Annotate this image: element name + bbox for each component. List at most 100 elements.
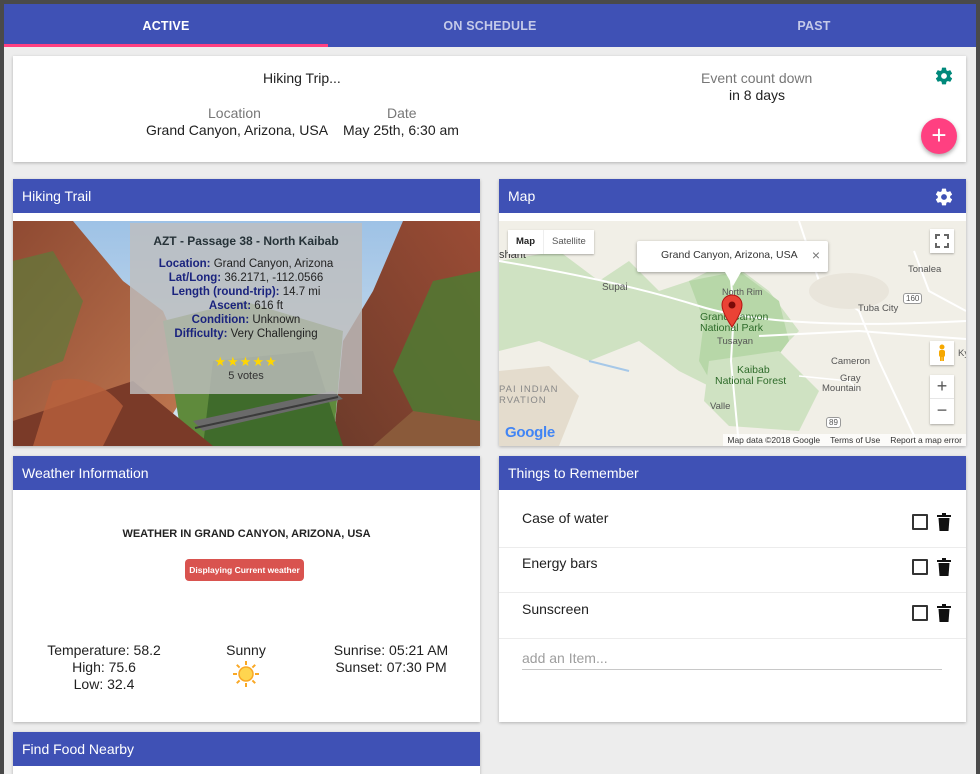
trail-info-overlay: AZT - Passage 38 - North Kaibab Location… (130, 223, 362, 394)
map-label-indian-line1: PAI INDIAN (499, 384, 559, 395)
date-value: May 25th, 6:30 am (343, 122, 459, 138)
map-label-tonalea: Tonalea (908, 264, 942, 275)
report-map-error-link[interactable]: Report a map error (890, 434, 962, 446)
todo-item-label: Case of water (522, 510, 609, 526)
trail-ascent-value: 616 ft (254, 300, 284, 312)
trail-latlong-value: 36.2171, -112.0566 (224, 272, 324, 284)
sunset-time: Sunset: 07:30 PM (335, 659, 447, 675)
map-card: Map shant Supai North Rim Grand Canyon N… (499, 179, 966, 446)
find-food-header: Find Food Nearby (13, 732, 480, 766)
zoom-in-button[interactable]: + (930, 375, 954, 399)
map-label-cameron: Cameron (831, 356, 871, 367)
tab-bar: ACTIVE ON SCHEDULE PAST (4, 4, 976, 47)
trail-details: Location: Grand Canyon, Arizona Lat/Long… (130, 257, 362, 341)
trail-name: AZT - Passage 38 - North Kaibab (153, 234, 339, 248)
sun-times-column: Sunrise: 05:21 AM Sunset: 07:30 PM (326, 642, 456, 676)
trash-icon[interactable] (937, 558, 951, 576)
weather-condition: Sunny (226, 642, 266, 658)
weather-card: Weather Information WEATHER IN GRAND CAN… (13, 456, 480, 722)
location-value: Grand Canyon, Arizona, USA (146, 122, 329, 138)
map-label-gray-line2: Mountain (822, 383, 862, 394)
weather-status-badge: Displaying Current weather (185, 559, 304, 581)
zoom-out-button[interactable]: − (930, 399, 954, 423)
map-type-toggle: Map Satellite (508, 230, 594, 254)
trail-length-label: Length (round-trip): (171, 286, 280, 298)
map-header: Map (499, 179, 966, 213)
tab-active[interactable]: ACTIVE (4, 4, 328, 47)
low-temperature: Low: 32.4 (73, 676, 135, 692)
star-rating: ★★★★★ (214, 354, 278, 369)
weather-header: Weather Information (13, 456, 480, 490)
tab-active-label: ACTIVE (142, 18, 190, 33)
map-label-indian-line2: RVATION (499, 395, 547, 406)
trash-icon[interactable] (937, 513, 951, 531)
map-type-map-button[interactable]: Map (508, 230, 543, 254)
hiking-trail-card: Hiking Trail AZT - Passage 38 - North Ka… (13, 179, 480, 446)
route-89-shield: 89 (826, 417, 841, 428)
close-icon[interactable]: × (812, 241, 820, 270)
map-label-tuba-city: Tuba City (858, 303, 899, 314)
map-label-kaibab-line2: National Forest (715, 375, 787, 387)
route-160-shield: 160 (903, 293, 923, 304)
trail-condition-value: Unknown (252, 314, 301, 326)
trash-icon[interactable] (937, 604, 951, 622)
gear-icon[interactable] (934, 187, 954, 207)
tab-on-schedule[interactable]: ON SCHEDULE (328, 4, 652, 47)
list-item: Case of water (499, 503, 966, 548)
trail-latlong-label: Lat/Long: (168, 272, 222, 284)
map-view[interactable]: shant Supai North Rim Grand Canyon Natio… (499, 221, 966, 446)
date-label: Date (387, 105, 417, 121)
trail-length-value: 14.7 mi (282, 286, 321, 298)
map-attribution: Map data ©2018 Google Terms of Use Repor… (723, 434, 966, 446)
location-label: Location (208, 105, 261, 121)
google-logo: Google (505, 424, 555, 441)
sunrise-time: Sunrise: 05:21 AM (333, 642, 449, 658)
event-title: Hiking Trip... (263, 70, 341, 86)
things-header: Things to Remember (499, 456, 966, 490)
street-view-pegman-icon[interactable] (930, 341, 954, 365)
find-food-card: Find Food Nearby (13, 732, 480, 774)
tab-on-schedule-label: ON SCHEDULE (443, 18, 537, 33)
todo-checkbox[interactable] (912, 605, 928, 621)
trail-difficulty-value: Very Challenging (230, 328, 318, 340)
things-to-remember-card: Things to Remember Case of water Energy … (499, 456, 966, 722)
list-item: Energy bars (499, 548, 966, 593)
map-label-valle: Valle (710, 401, 731, 412)
event-card: Hiking Trip... Location Grand Canyon, Ar… (13, 56, 966, 162)
app-window: ACTIVE ON SCHEDULE PAST Hiking Trip... L… (4, 4, 976, 774)
todo-checkbox[interactable] (912, 514, 928, 530)
countdown-value: in 8 days (729, 87, 786, 103)
zoom-control: + − (930, 375, 954, 424)
trail-ascent-label: Ascent: (208, 300, 252, 312)
add-item-input[interactable] (522, 646, 942, 670)
trail-condition-label: Condition: (191, 314, 250, 326)
map-label-ky: Ky (958, 348, 966, 359)
todo-item-label: Energy bars (522, 555, 598, 571)
trail-location-label: Location: (158, 258, 211, 270)
fullscreen-icon[interactable] (930, 229, 954, 253)
temperature-value: Temperature: 58.2 (47, 642, 161, 658)
high-temperature: High: 75.6 (72, 659, 136, 675)
temperature-column: Temperature: 58.2 High: 75.6 Low: 32.4 (44, 642, 164, 693)
map-popup-pointer (725, 272, 741, 286)
todo-item-label: Sunscreen (522, 601, 589, 617)
gear-icon[interactable] (934, 66, 954, 86)
trail-photo: AZT - Passage 38 - North Kaibab Location… (13, 221, 480, 446)
map-info-popup: Grand Canyon, Arizona, USA × (637, 241, 828, 272)
map-label-tusayan: Tusayan (717, 336, 754, 347)
add-event-button[interactable]: + (921, 118, 957, 154)
trail-location-value: Grand Canyon, Arizona (213, 258, 334, 270)
condition-column: Sunny (206, 642, 286, 692)
map-label-supai: Supai (602, 282, 628, 293)
tab-past[interactable]: PAST (652, 4, 976, 47)
hiking-trail-header: Hiking Trail (13, 179, 480, 213)
trail-difficulty-label: Difficulty: (174, 328, 228, 340)
list-item: Sunscreen (499, 594, 966, 639)
countdown-label: Event count down (701, 70, 813, 86)
map-marker-icon[interactable] (721, 294, 743, 328)
weather-title: WEATHER IN GRAND CANYON, ARIZONA, USA (122, 528, 371, 540)
map-type-satellite-button[interactable]: Satellite (543, 230, 594, 254)
todo-checkbox[interactable] (912, 559, 928, 575)
terms-of-use-link[interactable]: Terms of Use (830, 434, 880, 446)
map-data-credit: Map data ©2018 Google (727, 435, 821, 445)
